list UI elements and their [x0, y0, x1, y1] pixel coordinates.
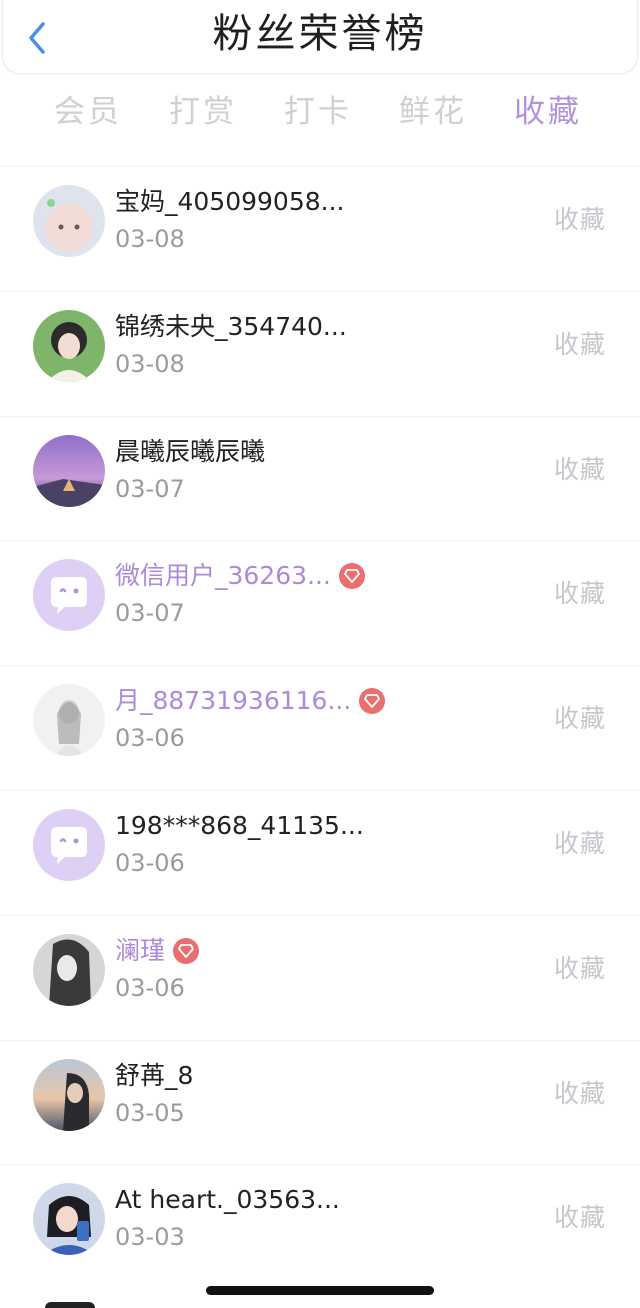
favorite-label: 收藏	[553, 579, 606, 609]
list-item[interactable]: At heart._03563... 03-03 收藏	[0, 1164, 640, 1289]
favorite-label: 收藏	[553, 329, 606, 359]
favorite-label: 收藏	[553, 1203, 606, 1233]
fan-date: 03-06	[115, 848, 185, 877]
fan-date: 03-07	[115, 599, 185, 628]
list-item[interactable]: 月_88731936116... 03-06 收藏	[0, 665, 640, 790]
list-item[interactable]: 澜瑾 03-06 收藏	[0, 914, 640, 1040]
avatar	[33, 1183, 105, 1256]
fan-name: At heart._03563...	[115, 1185, 340, 1215]
tab-tip[interactable]: 打赏	[153, 86, 253, 138]
fan-name: 舒苒_8	[115, 1060, 194, 1090]
fan-name: 微信用户_36263...	[115, 559, 365, 593]
avatar	[33, 1058, 105, 1131]
page-title: 粉丝荣誉榜	[212, 11, 428, 57]
diamond-badge-icon	[173, 937, 200, 964]
nav-header: 粉丝荣誉榜	[2, 0, 638, 74]
avatar	[33, 185, 105, 257]
next-avatar-peek	[45, 1302, 95, 1308]
fan-date: 03-06	[115, 973, 185, 1002]
list-item[interactable]: 微信用户_36263... 03-07 收藏	[0, 540, 640, 665]
fan-date: 03-08	[115, 225, 185, 253]
fan-name: 锦绣未央_354740...	[115, 311, 347, 341]
diamond-badge-icon	[359, 688, 386, 715]
fan-name: 晨曦辰曦辰曦	[115, 436, 266, 466]
fan-name: 宝妈_405099058...	[115, 187, 345, 216]
fan-date: 03-03	[115, 1223, 185, 1252]
tab-flowers[interactable]: 鲜花	[383, 86, 483, 138]
tab-bar: 会员 打赏 打卡 鲜花 收藏	[0, 86, 640, 138]
diamond-badge-icon	[338, 563, 365, 590]
favorite-label: 收藏	[553, 953, 606, 983]
home-indicator[interactable]	[206, 1286, 434, 1295]
avatar	[33, 808, 105, 881]
favorite-label: 收藏	[553, 205, 606, 234]
avatar	[33, 933, 105, 1006]
tab-favorites[interactable]: 收藏	[498, 86, 598, 138]
list-item[interactable]: 锦绣未央_354740... 03-08 收藏	[0, 290, 640, 416]
list-item[interactable]: 晨曦辰曦辰曦 03-07 收藏	[0, 415, 640, 541]
favorite-label: 收藏	[553, 704, 606, 734]
list-item[interactable]: 宝妈_405099058... 03-08 收藏	[0, 166, 640, 291]
chat-bubble-icon	[33, 808, 105, 881]
fan-date: 03-05	[115, 1098, 185, 1127]
avatar	[33, 309, 105, 382]
tab-member[interactable]: 会员	[38, 86, 138, 138]
avatar	[33, 434, 105, 507]
list-item[interactable]: 198***868_41135... 03-06 收藏	[0, 789, 640, 915]
fan-date: 03-07	[115, 474, 185, 503]
favorite-label: 收藏	[553, 1078, 606, 1108]
fan-date: 03-08	[115, 349, 185, 378]
favorite-label: 收藏	[553, 454, 606, 484]
fan-name: 澜瑾	[115, 934, 200, 968]
avatar	[33, 559, 105, 632]
tab-checkin[interactable]: 打卡	[268, 86, 368, 138]
fan-name: 月_88731936116...	[115, 684, 386, 718]
fan-date: 03-06	[115, 724, 185, 753]
chat-bubble-icon	[33, 559, 105, 632]
list-item[interactable]: 舒苒_8 03-05 收藏	[0, 1039, 640, 1165]
avatar	[33, 684, 105, 757]
fan-name: 198***868_41135...	[115, 810, 364, 840]
fan-list: 宝妈_405099058... 03-08 收藏 锦绣未央_354740... …	[0, 166, 640, 1289]
favorite-label: 收藏	[553, 828, 606, 858]
